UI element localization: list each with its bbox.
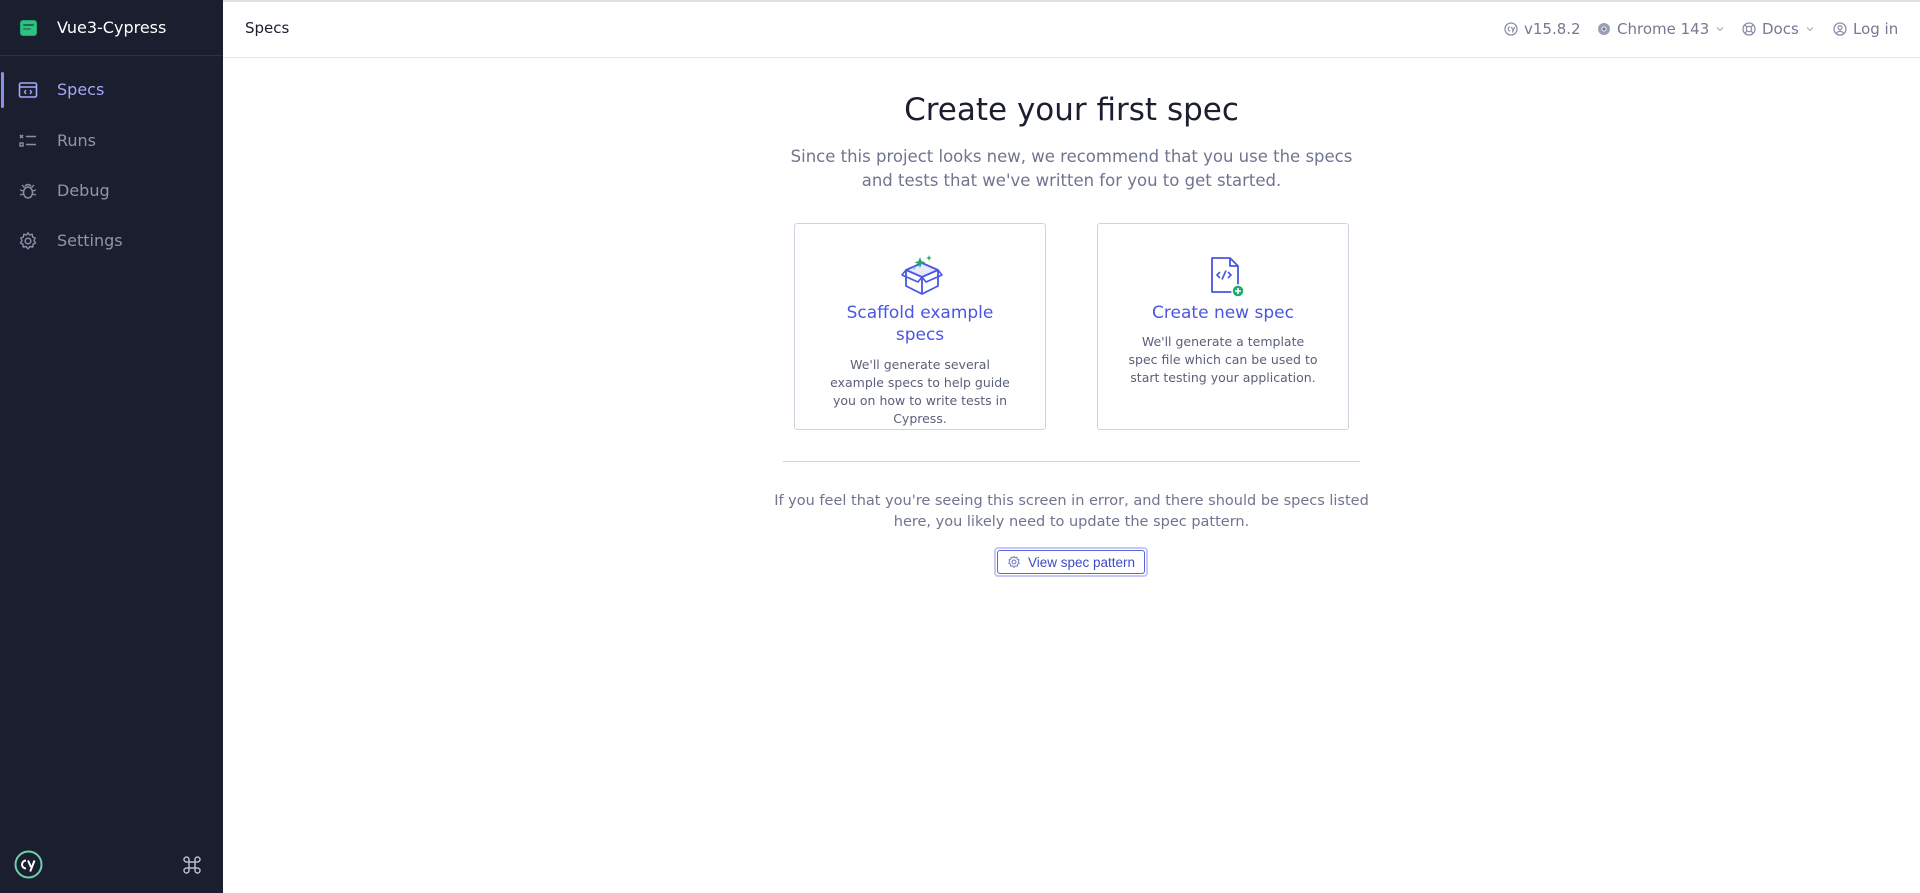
scaffold-example-specs-card[interactable]: Scaffold example specs We'll generate se… — [794, 223, 1046, 430]
specs-icon — [18, 82, 38, 98]
file-code-plus-icon — [1211, 257, 1245, 298]
sidebar: Vue3-Cypress Specs Runs Debug Settings — [0, 0, 223, 893]
settings-gear-icon — [19, 232, 37, 250]
subtitle-line: Since this project looks new, we recomme… — [790, 147, 1353, 166]
view-spec-pattern-button[interactable]: View spec pattern — [994, 547, 1148, 577]
sidebar-item-label: Settings — [57, 231, 123, 250]
login-label: Log in — [1853, 20, 1899, 38]
debug-icon — [19, 183, 37, 199]
card-title: Create new spec — [1152, 303, 1294, 323]
sidebar-item-label: Debug — [57, 181, 110, 200]
sidebar-item-label: Runs — [57, 131, 97, 150]
docs-menu[interactable]: Docs — [1742, 18, 1815, 40]
settings-gear-icon — [1008, 555, 1020, 568]
browser-label: Chrome 143 — [1617, 20, 1710, 38]
topbar: Specs v15.8.2 Chrome 143 Docs Log in — [223, 0, 1920, 58]
create-new-spec-card[interactable]: Create new spec We'll generate a templat… — [1097, 223, 1349, 430]
chrome-icon — [1598, 23, 1610, 35]
page-subtitle: Since this project looks new, we recomme… — [223, 145, 1920, 193]
active-indicator — [1, 72, 4, 108]
view-spec-pattern-label: View spec pattern — [1027, 554, 1136, 570]
box-sparkle-icon — [901, 255, 943, 295]
sidebar-item-settings[interactable]: Settings — [0, 221, 223, 261]
app-logo-icon — [20, 20, 37, 36]
sidebar-item-label: Specs — [57, 80, 105, 99]
sidebar-item-runs[interactable]: Runs — [0, 121, 223, 161]
chevron-down-icon — [1806, 27, 1814, 32]
runs-icon — [19, 134, 36, 147]
browser-selector[interactable]: Chrome 143 — [1597, 18, 1725, 40]
sidebar-item-specs[interactable]: Specs — [0, 70, 223, 110]
error-note-line: here, you likely need to update the spec… — [893, 514, 1250, 530]
page-title: Create your first spec — [904, 92, 1239, 128]
login-button[interactable]: Log in — [1833, 18, 1898, 40]
user-icon — [1833, 22, 1847, 36]
card-description: We'll generate several example specs to … — [830, 357, 1010, 426]
error-note: If you feel that you're seeing this scre… — [223, 491, 1920, 533]
app-name: Vue3-Cypress — [57, 18, 167, 37]
app-header: Vue3-Cypress — [0, 0, 223, 56]
subtitle-line: and tests that we've written for you to … — [861, 171, 1282, 190]
card-title: Scaffold example specs — [846, 303, 994, 345]
version-button[interactable]: v15.8.2 — [1504, 18, 1581, 40]
lifebuoy-icon — [1742, 22, 1756, 36]
docs-label: Docs — [1762, 20, 1799, 38]
card-description: We'll generate a template spec file whic… — [1128, 334, 1318, 385]
chevron-down-icon — [1716, 27, 1724, 32]
breadcrumb: Specs — [245, 19, 290, 37]
version-label: v15.8.2 — [1524, 20, 1581, 38]
keyboard-shortcut-icon[interactable] — [182, 855, 202, 875]
divider — [783, 461, 1360, 462]
error-note-line: If you feel that you're seeing this scre… — [774, 493, 1369, 509]
cypress-logo-icon[interactable] — [14, 850, 43, 879]
cypress-version-icon — [1504, 22, 1518, 36]
sidebar-item-debug[interactable]: Debug — [0, 171, 223, 211]
